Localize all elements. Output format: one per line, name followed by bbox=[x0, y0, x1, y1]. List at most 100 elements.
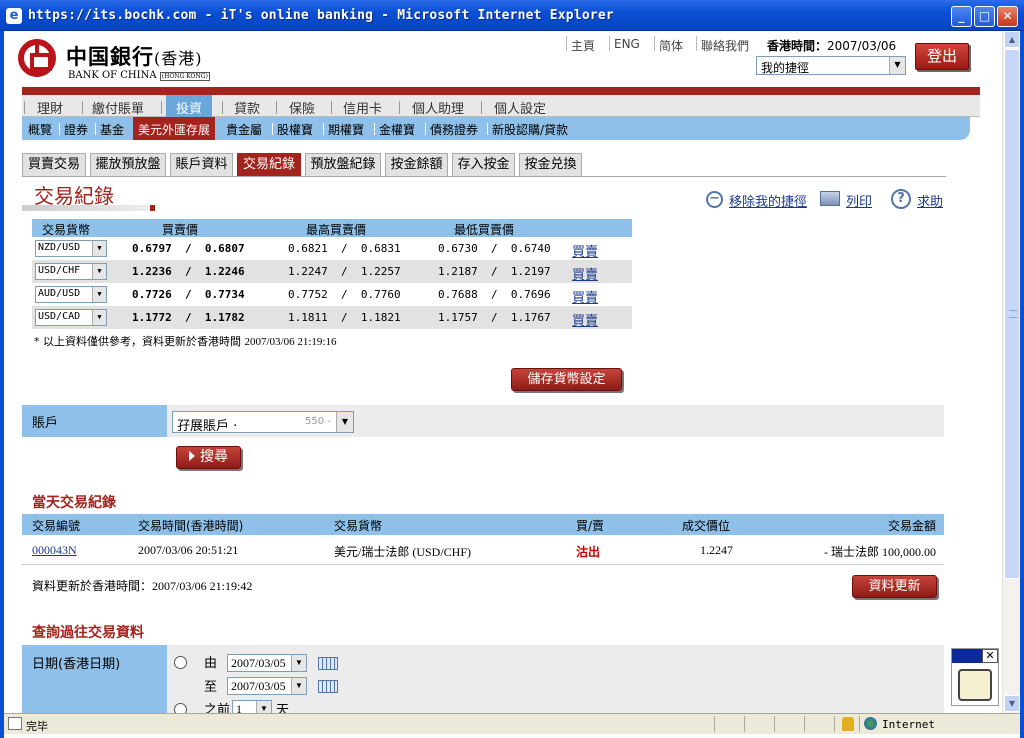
nav-item-wealth[interactable]: 理財 bbox=[37, 98, 63, 117]
tx-header-time: 交易時間(香港時間) bbox=[138, 519, 244, 533]
subnav-item-options[interactable]: 期權寶 bbox=[328, 121, 364, 138]
shortcut-select[interactable]: 我的捷徑 ▼ bbox=[756, 56, 906, 75]
tx-price: 1.2247 bbox=[700, 543, 733, 557]
status-bar: 完毕 Internet bbox=[4, 713, 1020, 734]
fx-pair-select[interactable]: NZD/USD ▼ bbox=[35, 240, 107, 257]
date-label: 日期(香港日期) bbox=[22, 645, 167, 713]
tab-margin-exchange[interactable]: 按金兑換 bbox=[519, 153, 582, 176]
help-link[interactable]: 求助 bbox=[917, 191, 943, 210]
bank-logo-icon bbox=[18, 39, 56, 77]
tab-trade[interactable]: 買賣交易 bbox=[22, 153, 86, 176]
fx-ask: 1.2246 bbox=[204, 265, 245, 278]
subnav-item-fx-margin[interactable]: 美元外匯存展 bbox=[133, 117, 216, 140]
tab-order-record[interactable]: 預放盤紀錄 bbox=[305, 153, 381, 176]
chevron-down-icon[interactable]: ▼ bbox=[92, 310, 106, 325]
top-link-home[interactable]: 主頁 bbox=[571, 37, 595, 54]
fx-trade-link[interactable]: 買賣 bbox=[572, 287, 598, 306]
chevron-down-icon[interactable]: ▼ bbox=[92, 264, 106, 279]
to-date-select[interactable]: 2007/03/05 ▼ bbox=[227, 677, 307, 695]
nav-item-personal-assistant[interactable]: 個人助理 bbox=[412, 98, 464, 117]
range-radio[interactable] bbox=[174, 656, 187, 669]
nav-item-personal-settings[interactable]: 個人設定 bbox=[494, 98, 546, 117]
days-radio[interactable] bbox=[174, 703, 187, 713]
subnav-item-gold-linked[interactable]: 金權寶 bbox=[379, 121, 415, 138]
account-select-value: 孖展賬戶 · bbox=[177, 419, 238, 434]
logout-button[interactable]: 登出 bbox=[915, 43, 969, 70]
header-divider bbox=[22, 87, 980, 95]
calendar-icon[interactable] bbox=[318, 657, 338, 670]
fx-high-bid: 0.6821 bbox=[288, 242, 328, 255]
tab-account-info[interactable]: 賬戶資料 bbox=[170, 153, 233, 176]
tab-place-order[interactable]: 擺放預放盤 bbox=[90, 153, 166, 176]
print-icon[interactable] bbox=[820, 191, 840, 206]
tx-id-link[interactable]: 000043N bbox=[32, 543, 77, 558]
nav-item-loans[interactable]: 貸款 bbox=[234, 98, 260, 117]
fx-note-text: * 以上資料僅供參考，資料更新於香港時間 bbox=[34, 335, 241, 348]
chevron-down-icon[interactable]: ▼ bbox=[92, 241, 106, 256]
chevron-down-icon[interactable]: ▼ bbox=[256, 701, 271, 713]
search-button-label: 搜尋 bbox=[200, 449, 228, 465]
tab-transaction-record[interactable]: 交易紀錄 bbox=[237, 153, 301, 176]
nav-item-investment[interactable]: 投資 bbox=[166, 95, 213, 117]
scroll-up-icon[interactable]: ▲ bbox=[1004, 31, 1020, 48]
history-section-title: 查詢過往交易資料 bbox=[32, 625, 144, 641]
fx-trade-link[interactable]: 買賣 bbox=[572, 264, 598, 283]
close-button[interactable]: ✕ bbox=[997, 6, 1018, 27]
top-link-english[interactable]: ENG bbox=[614, 37, 640, 51]
helper-popup[interactable]: ✕ bbox=[951, 648, 999, 706]
chevron-down-icon[interactable]: ▼ bbox=[92, 287, 106, 302]
top-link-simplified[interactable]: 简体 bbox=[659, 37, 683, 54]
tx-header-price: 成交價位 bbox=[682, 519, 731, 533]
fx-bid: 0.7726 bbox=[132, 288, 172, 301]
save-currency-button[interactable]: 儲存貨幣設定 bbox=[511, 368, 622, 391]
account-label: 賬戶 bbox=[22, 405, 167, 437]
subnav-item-precious-metals[interactable]: 貴金屬 bbox=[226, 121, 262, 138]
calendar-icon[interactable] bbox=[318, 680, 338, 693]
top-link-contact[interactable]: 聯絡我們 bbox=[701, 37, 749, 54]
subnav-item-ipo[interactable]: 新股認購/貸款 bbox=[492, 121, 568, 138]
fx-pair-select[interactable]: USD/CAD ▼ bbox=[35, 309, 107, 326]
from-label: 由 bbox=[204, 656, 218, 671]
tab-margin-balance[interactable]: 按金餘額 bbox=[385, 153, 448, 176]
fx-trade-link[interactable]: 買賣 bbox=[572, 310, 598, 329]
bank-logo[interactable]: 中国銀行(香港) BANK OF CHINA (HONG KONG) bbox=[18, 39, 218, 84]
search-button[interactable]: 搜尋 bbox=[176, 446, 241, 469]
subnav-item-equity-linked[interactable]: 股權寶 bbox=[277, 121, 313, 138]
nav-item-bills[interactable]: 繳付賬單 bbox=[92, 98, 144, 117]
print-link[interactable]: 列印 bbox=[846, 191, 872, 210]
vertical-scrollbar[interactable]: ▲ ▼ bbox=[1002, 31, 1020, 713]
tab-deposit-margin[interactable]: 存入按金 bbox=[452, 153, 515, 176]
subnav-item-securities[interactable]: 證券 bbox=[64, 121, 88, 138]
nav-item-credit-card[interactable]: 信用卡 bbox=[343, 98, 382, 117]
fx-pair-select[interactable]: AUD/USD ▼ bbox=[35, 286, 107, 303]
refresh-button[interactable]: 資料更新 bbox=[852, 575, 937, 598]
maximize-button[interactable]: □ bbox=[974, 6, 995, 27]
tx-pair: 美元/瑞士法郎 (USD/CHF) bbox=[334, 545, 472, 559]
scroll-thumb[interactable] bbox=[1004, 49, 1020, 579]
subnav-item-funds[interactable]: 基金 bbox=[100, 121, 124, 138]
fx-ask: 0.7734 bbox=[204, 288, 245, 301]
fx-trade-link[interactable]: 買賣 bbox=[572, 241, 598, 260]
subnav-item-overview[interactable]: 概覽 bbox=[28, 121, 52, 138]
title-underline bbox=[22, 205, 155, 211]
chevron-down-icon[interactable]: ▼ bbox=[336, 412, 353, 432]
remove-shortcut-icon[interactable]: − bbox=[706, 191, 723, 208]
chevron-down-icon[interactable]: ▼ bbox=[889, 57, 905, 74]
chevron-down-icon[interactable]: ▼ bbox=[291, 678, 306, 694]
close-icon[interactable]: ✕ bbox=[982, 649, 998, 663]
account-select[interactable]: 孖展賬戶 · 550 - ▼ bbox=[172, 411, 354, 434]
days-select[interactable]: 1 ▼ bbox=[232, 700, 272, 713]
window-titlebar: e https://its.bochk.com - iT's online ba… bbox=[0, 0, 1024, 31]
scroll-down-icon[interactable]: ▼ bbox=[1004, 695, 1020, 712]
subnav-item-debt-securities[interactable]: 債務證券 bbox=[430, 121, 478, 138]
logo-english: BANK OF CHINA bbox=[68, 70, 157, 81]
assistant-icon[interactable] bbox=[958, 669, 992, 701]
fx-pair-select[interactable]: USD/CHF ▼ bbox=[35, 263, 107, 280]
minimize-button[interactable]: _ bbox=[951, 6, 972, 27]
tx-header-pair: 交易貨幣 bbox=[334, 519, 383, 533]
remove-shortcut-link[interactable]: 移除我的捷徑 bbox=[729, 191, 807, 210]
chevron-down-icon[interactable]: ▼ bbox=[291, 655, 306, 671]
help-icon[interactable]: ? bbox=[891, 189, 911, 209]
from-date-select[interactable]: 2007/03/05 ▼ bbox=[227, 654, 307, 672]
nav-item-insurance[interactable]: 保險 bbox=[289, 98, 315, 117]
